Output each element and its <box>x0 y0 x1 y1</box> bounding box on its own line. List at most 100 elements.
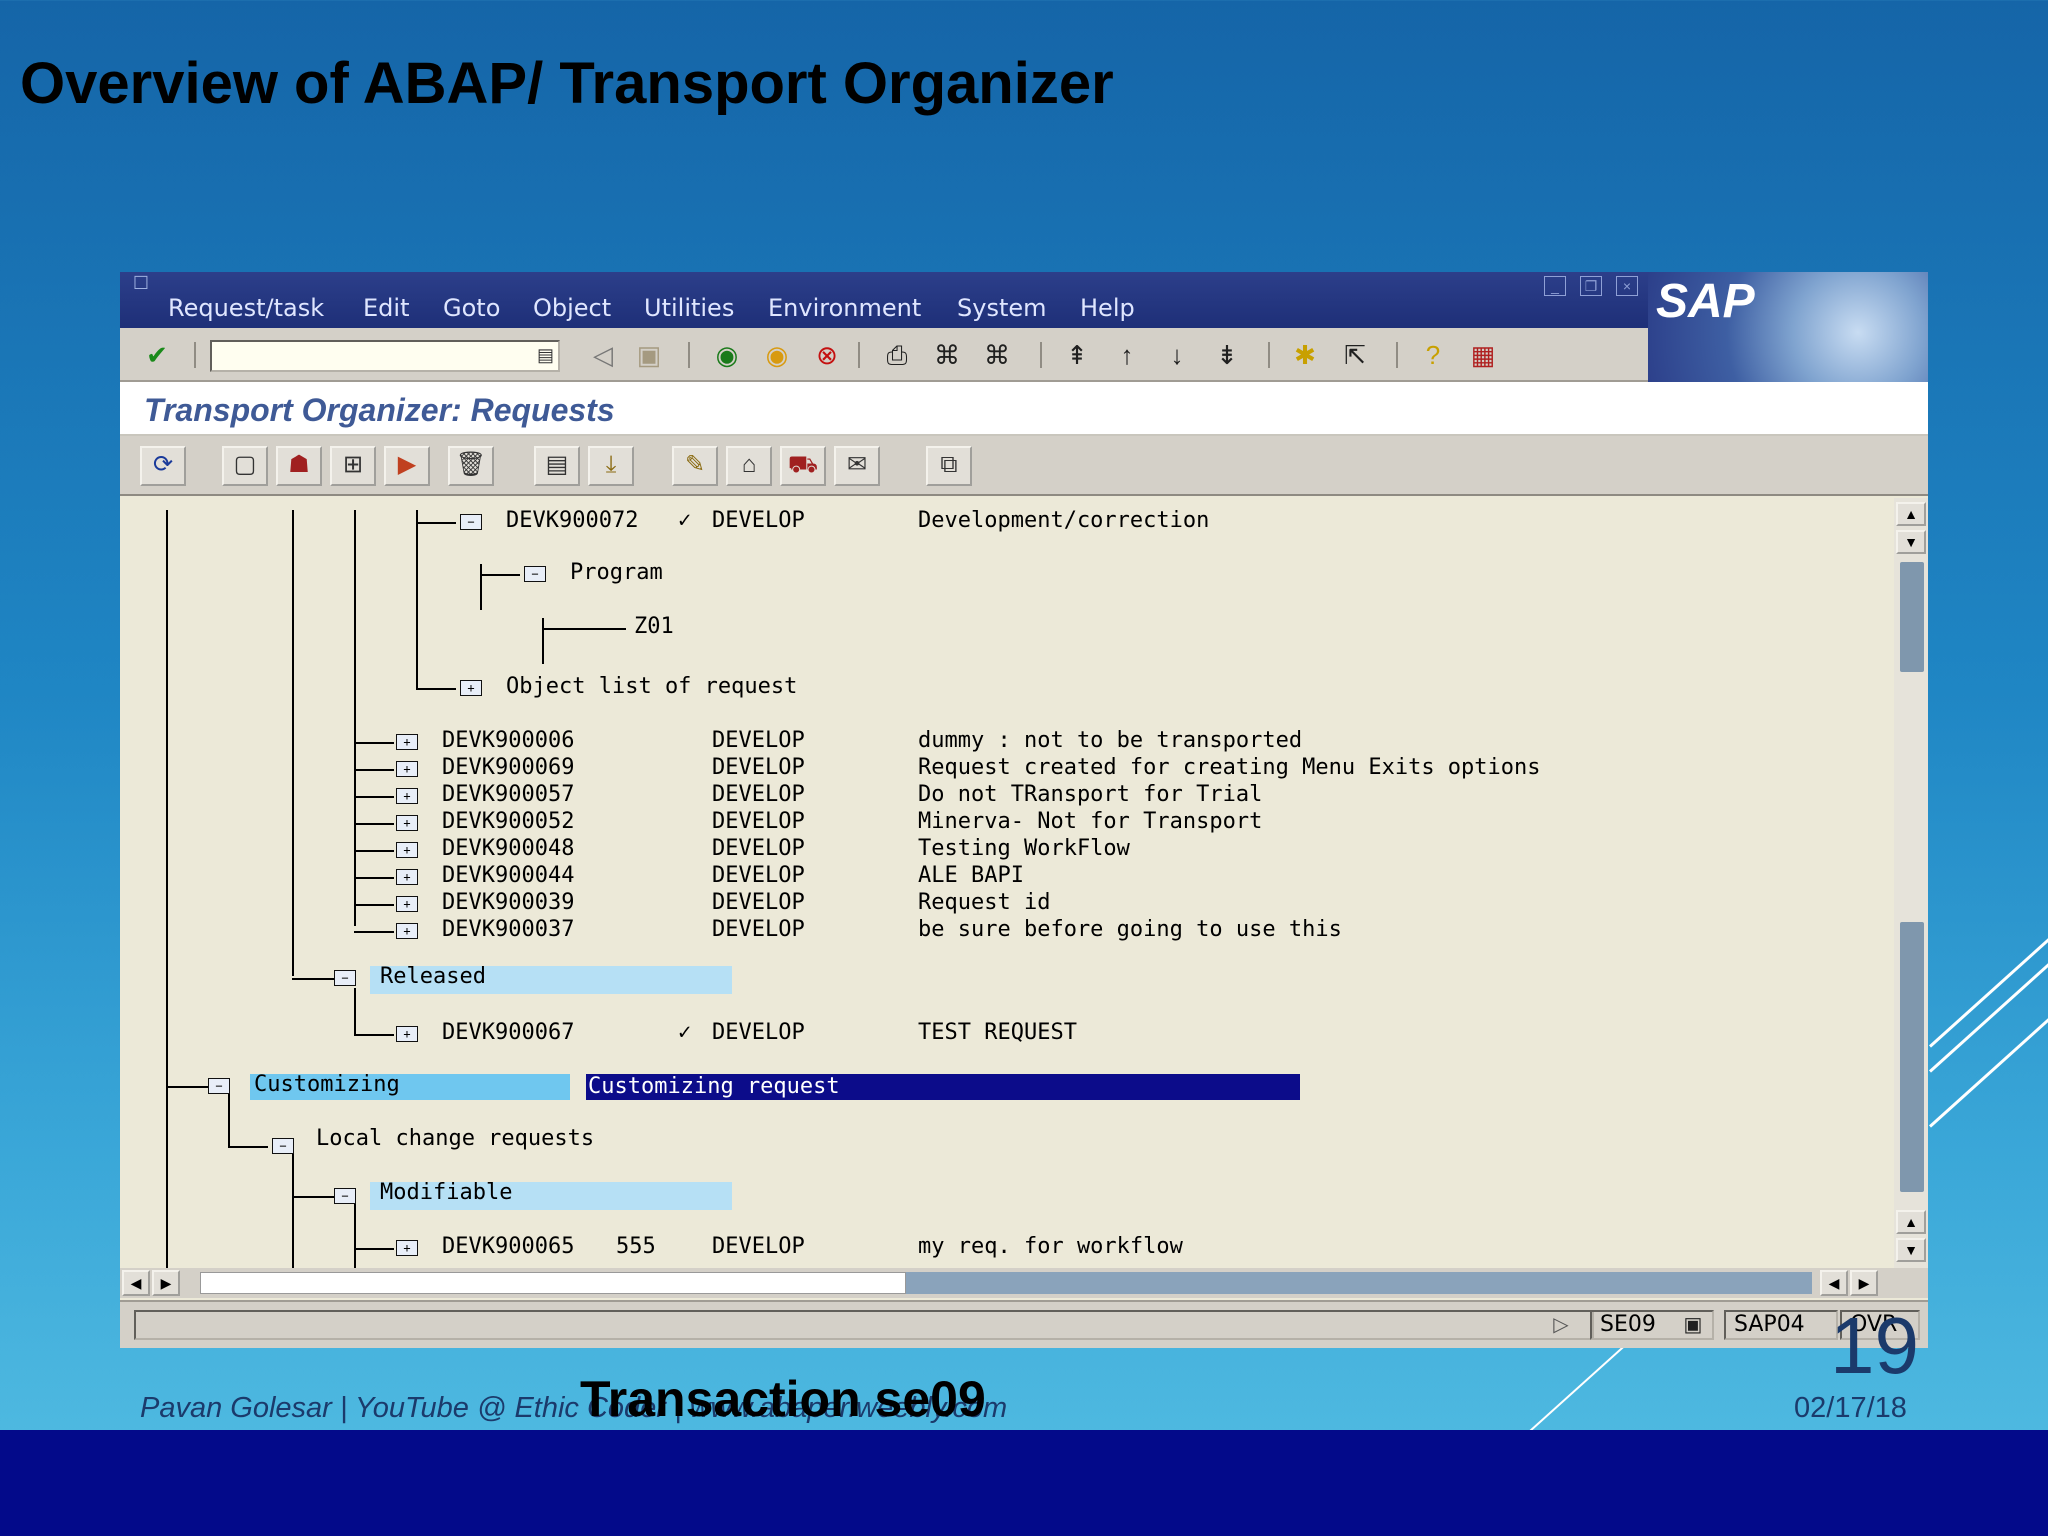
menu-utilities[interactable]: Utilities <box>644 294 734 322</box>
request-id[interactable]: DEVK900067 <box>442 1020 574 1045</box>
find-next-icon[interactable]: ⌘ <box>980 340 1014 370</box>
folder-open-icon[interactable]: − <box>334 1188 356 1204</box>
import-button[interactable]: ⤓ <box>588 446 634 486</box>
folder-open-icon[interactable]: − <box>272 1138 294 1154</box>
save-icon[interactable]: ▣ <box>632 340 666 370</box>
separator <box>194 342 196 368</box>
create-button[interactable]: ▢ <box>222 446 268 486</box>
cancel-icon[interactable]: ⊗ <box>810 340 844 370</box>
object-list-node[interactable]: Object list of request <box>506 674 797 699</box>
shortcut-icon[interactable]: ⇱ <box>1338 340 1372 370</box>
display-object-list-button[interactable]: ▤ <box>534 446 580 486</box>
print-icon[interactable]: ⎙ <box>880 340 914 370</box>
page-up-icon[interactable]: ▲ <box>1896 1210 1926 1234</box>
add-user-button[interactable]: ⊞ <box>330 446 376 486</box>
request-id[interactable]: DEVK900037 <box>442 917 574 942</box>
folder-closed-icon[interactable]: + <box>396 734 418 750</box>
log-button[interactable]: ✉ <box>834 446 880 486</box>
scroll-left-icon[interactable]: ◀ <box>122 1270 150 1296</box>
customizing-node[interactable]: Customizing <box>254 1072 400 1097</box>
horizontal-scrollbar[interactable]: ◀ ▶ ◀ ▶ <box>120 1268 1928 1298</box>
enter-icon[interactable]: ✔ <box>140 340 174 370</box>
close-icon[interactable]: × <box>1616 276 1638 296</box>
exit-icon[interactable]: ◉ <box>760 340 794 370</box>
last-page-icon[interactable]: ⇟ <box>1210 340 1244 370</box>
modifiable-node[interactable]: Modifiable <box>380 1180 512 1205</box>
request-id[interactable]: DEVK900044 <box>442 863 574 888</box>
expand-status-icon[interactable]: ▷ <box>1544 1310 1578 1340</box>
request-id[interactable]: DEVK900069 <box>442 755 574 780</box>
folder-open-icon[interactable]: − <box>460 514 482 530</box>
system-info-icon[interactable]: ▣ <box>1676 1310 1710 1340</box>
tree-line <box>354 769 394 771</box>
transport-button[interactable]: ⛟ <box>780 446 826 486</box>
folder-closed-icon[interactable]: + <box>396 815 418 831</box>
local-change-requests-node[interactable]: Local change requests <box>316 1126 594 1151</box>
menu-object[interactable]: Object <box>533 294 611 322</box>
request-id[interactable]: DEVK900039 <box>442 890 574 915</box>
request-id[interactable]: DEVK900072 <box>506 508 638 533</box>
request-description: Request id <box>918 890 1051 915</box>
scroll-up-icon[interactable]: ▲ <box>1896 502 1926 526</box>
tree-line <box>292 1196 334 1198</box>
minimize-icon[interactable]: _ <box>1544 276 1566 296</box>
menu-edit[interactable]: Edit <box>363 294 409 322</box>
folder-closed-icon[interactable]: + <box>396 788 418 804</box>
next-page-icon[interactable]: ↓ <box>1160 340 1194 370</box>
folder-closed-icon[interactable]: + <box>396 923 418 939</box>
request-id[interactable]: DEVK900057 <box>442 782 574 807</box>
scroll-thumb[interactable] <box>1900 562 1924 672</box>
vertical-scrollbar[interactable]: ▲ ▼ ▲ ▼ <box>1894 498 1928 1268</box>
folder-closed-icon[interactable]: + <box>396 869 418 885</box>
menu-environment[interactable]: Environment <box>768 294 921 322</box>
object-node[interactable]: Z01 <box>634 614 674 639</box>
folder-closed-icon[interactable]: + <box>396 1026 418 1042</box>
back-nav-icon[interactable]: ◁ <box>586 340 620 370</box>
change-button[interactable]: ✎ <box>672 446 718 486</box>
scroll-down-icon[interactable]: ▼ <box>1896 1238 1926 1262</box>
folder-open-icon[interactable]: − <box>208 1078 230 1094</box>
back-icon[interactable]: ◉ <box>710 340 744 370</box>
first-page-icon[interactable]: ⇞ <box>1060 340 1094 370</box>
create-session-icon[interactable]: ✱ <box>1288 340 1322 370</box>
release-button[interactable]: ▶ <box>384 446 430 486</box>
scroll-track[interactable] <box>1900 922 1924 1192</box>
previous-page-icon[interactable]: ↑ <box>1110 340 1144 370</box>
menu-help[interactable]: Help <box>1080 294 1135 322</box>
layout-menu-icon[interactable]: ▦ <box>1466 340 1500 370</box>
program-node[interactable]: Program <box>570 560 663 585</box>
folder-closed-icon[interactable]: + <box>460 680 482 696</box>
maximize-icon[interactable]: ❐ <box>1580 276 1602 296</box>
menu-system[interactable]: System <box>957 294 1047 322</box>
folder-closed-icon[interactable]: + <box>396 896 418 912</box>
folder-closed-icon[interactable]: + <box>396 1240 418 1256</box>
help-icon[interactable]: ? <box>1416 340 1450 370</box>
folder-open-icon[interactable]: − <box>524 566 546 582</box>
request-id[interactable]: DEVK900048 <box>442 836 574 861</box>
scroll-left-icon[interactable]: ◀ <box>1820 1270 1848 1296</box>
request-id[interactable]: DEVK900065 <box>442 1234 574 1259</box>
released-node[interactable]: Released <box>380 964 486 989</box>
scroll-thumb[interactable] <box>200 1272 906 1294</box>
refresh-button[interactable]: ⟳ <box>140 446 186 486</box>
customizing-request-selected[interactable]: Customizing request <box>586 1074 1300 1100</box>
folder-closed-icon[interactable]: + <box>396 842 418 858</box>
request-id[interactable]: DEVK900006 <box>442 728 574 753</box>
delete-button[interactable]: 🗑 <box>448 446 494 486</box>
menu-goto[interactable]: Goto <box>443 294 500 322</box>
folder-open-icon[interactable]: − <box>334 970 356 986</box>
find-icon[interactable]: ⌘ <box>930 340 964 370</box>
change-owner-button[interactable]: ☗ <box>276 446 322 486</box>
copy-button[interactable]: ⧉ <box>926 446 972 486</box>
scroll-right-icon[interactable]: ▶ <box>1850 1270 1878 1296</box>
page-down-icon[interactable]: ▼ <box>1896 530 1926 554</box>
menu-request-task[interactable]: Request/task <box>168 294 324 322</box>
scroll-track[interactable] <box>906 1272 1812 1294</box>
window-menu-icon[interactable]: ☐ <box>124 268 158 298</box>
hierarchy-button[interactable]: ⌂ <box>726 446 772 486</box>
command-field[interactable]: ▤ <box>210 340 560 372</box>
dropdown-icon[interactable]: ▤ <box>537 345 554 366</box>
scroll-right-icon[interactable]: ▶ <box>152 1270 180 1296</box>
folder-closed-icon[interactable]: + <box>396 761 418 777</box>
request-id[interactable]: DEVK900052 <box>442 809 574 834</box>
